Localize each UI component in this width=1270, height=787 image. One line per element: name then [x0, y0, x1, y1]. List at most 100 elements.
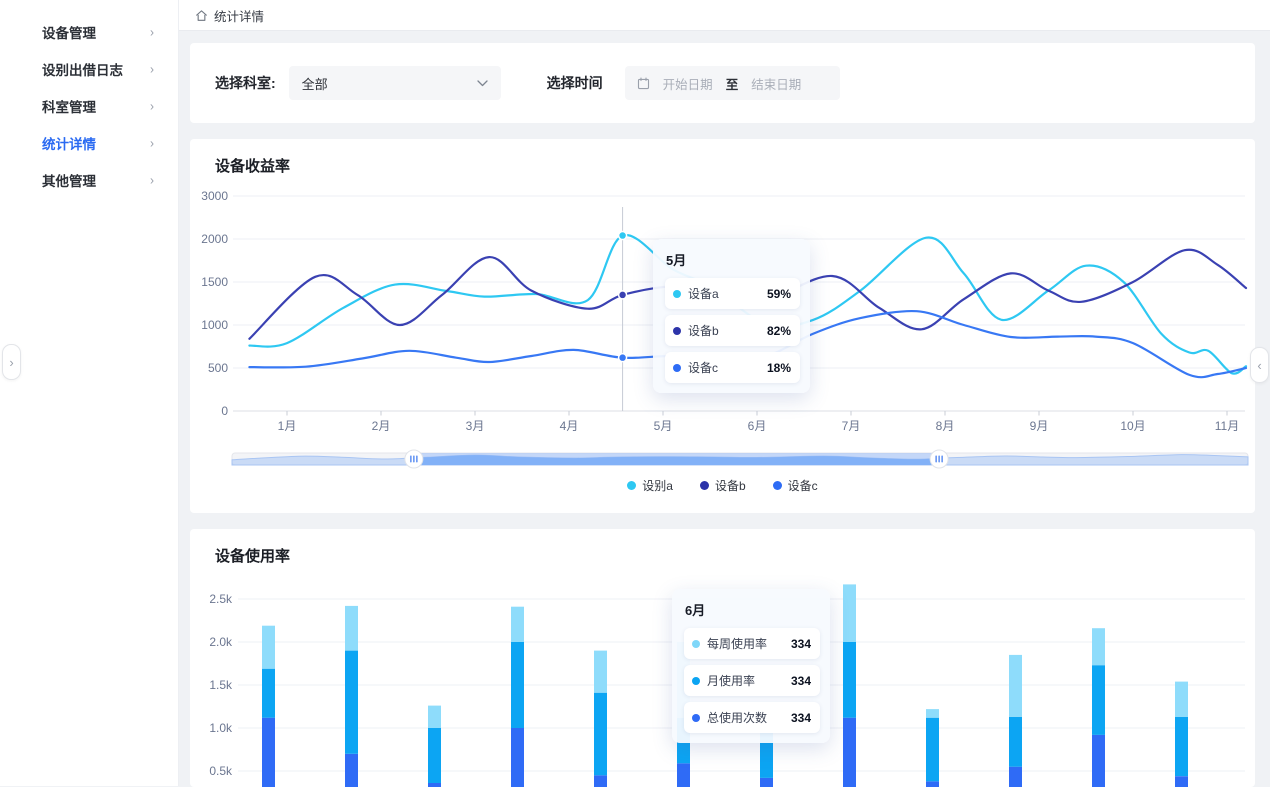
series-dot-icon — [692, 714, 700, 722]
bar-segment-10月-0 — [1009, 767, 1022, 787]
bar-segment-8月-0 — [843, 718, 856, 787]
legend-label: 设别a — [642, 477, 673, 494]
series-dot-icon — [692, 677, 700, 685]
sidebar-item-1[interactable]: 设别出借日志› — [0, 50, 178, 87]
department-select-value: 全部 — [302, 74, 328, 93]
datazoom-handle-1[interactable] — [930, 450, 948, 468]
bar-segment-12月-0 — [1175, 776, 1188, 787]
sidebar-item-label: 设备管理 — [42, 22, 96, 42]
y-axis-tick: 2000 — [201, 232, 228, 246]
bar-segment-4月-2 — [511, 607, 524, 642]
tooltip-series-name: 设备a — [688, 285, 719, 302]
legend-label: 设备b — [715, 477, 746, 494]
sidebar-item-4[interactable]: 其他管理 › — [0, 161, 178, 198]
x-axis-label: 3月 — [466, 419, 485, 433]
tooltip-series-value: 82% — [767, 324, 791, 338]
main-area: 统计详情 选择科室: 全部 选择时间 开始日期 至 结束日期 — [178, 0, 1270, 786]
tooltip-row: 设备b 82% — [665, 315, 800, 346]
x-axis-label: 6月 — [748, 419, 767, 433]
y-axis-tick: 1.5k — [209, 678, 233, 692]
legend-dot-icon — [627, 481, 636, 490]
series-dot-icon — [673, 290, 681, 298]
bar-segment-10月-1 — [1009, 717, 1022, 767]
tooltip-series-name: 设备b — [688, 322, 719, 339]
hover-marker — [619, 232, 627, 240]
breadcrumb-label: 统计详情 — [214, 6, 264, 25]
bar-segment-8月-1 — [843, 642, 856, 718]
series-dot-icon — [692, 640, 700, 648]
calendar-icon — [637, 77, 650, 90]
department-select[interactable]: 全部 — [289, 66, 501, 100]
home-icon — [195, 9, 208, 22]
start-date-input[interactable]: 开始日期 — [663, 74, 713, 93]
x-axis-label: 4月 — [560, 419, 579, 433]
usage-chart-card: 设备使用率 2.5k 2.0k 1.5k 1.0k 0.5k 6月每周使用率334月使用… — [190, 529, 1255, 787]
y-axis-tick: 1000 — [201, 318, 228, 332]
filter-card: 选择科室: 全部 选择时间 开始日期 至 结束日期 — [190, 43, 1255, 123]
tooltip-row: 设备c18% — [665, 352, 800, 383]
revenue-chart-card: 设备收益率 300020001500100050001月2月3月4月5月6月7月… — [190, 139, 1255, 513]
x-axis-label: 9月 — [1030, 419, 1049, 433]
y-axis-tick: 1.0k — [209, 721, 233, 735]
sidebar-item-label: 其他管理 — [42, 170, 96, 190]
x-axis-label: 7月 — [842, 419, 861, 433]
end-date-input[interactable]: 结束日期 — [751, 74, 801, 93]
bar-segment-11月-1 — [1092, 665, 1105, 735]
chevron-down-icon — [477, 80, 488, 87]
sidebar-item-0[interactable]: 设备管理› — [0, 13, 178, 50]
y-axis-tick: 2.5k — [209, 592, 233, 606]
bar-segment-1月-2 — [262, 626, 275, 669]
sidebar-item-label: 设别出借日志 — [42, 59, 123, 79]
usage-chart-title: 设备使用率 — [215, 545, 290, 566]
tooltip-series-value: 334 — [791, 674, 811, 688]
legend-dot-icon — [773, 481, 782, 490]
sidebar-item-label: 科室管理 — [42, 96, 96, 116]
chart-legend: 设别a 设备b 设备c — [190, 477, 1255, 494]
bar-segment-4月-1 — [511, 642, 524, 728]
chevron-right-icon: › — [9, 355, 13, 370]
datazoom-handle-0[interactable] — [405, 450, 423, 468]
line-chart-tooltip: 5月设备a59%设备b82%设备c18% — [653, 239, 810, 393]
time-filter-label: 选择时间 — [547, 73, 603, 93]
legend-item-2[interactable]: 设备c — [773, 477, 818, 494]
sidebar-item-3[interactable]: 统计详情 › — [0, 124, 178, 161]
sidebar-expand-button[interactable]: › — [2, 344, 21, 380]
legend-item-0[interactable]: 设别a — [627, 477, 673, 494]
bar-segment-5月-0 — [594, 775, 607, 787]
bar-segment-9月-1 — [926, 718, 939, 782]
chevron-right-icon: › — [150, 135, 154, 150]
chevron-right-icon: › — [150, 172, 154, 187]
x-axis-label: 1月 — [278, 419, 297, 433]
hover-marker — [619, 354, 627, 362]
panel-collapse-button[interactable]: ‹ — [1250, 347, 1269, 383]
x-axis-label: 11月 — [1215, 419, 1239, 433]
bar-segment-9月-0 — [926, 781, 939, 787]
y-axis-tick: 500 — [208, 361, 228, 375]
bar-segment-3月-2 — [428, 706, 441, 728]
bar-segment-1月-1 — [262, 669, 275, 718]
sidebar-item-label: 统计详情 — [42, 133, 96, 153]
chevron-right-icon: › — [150, 98, 154, 113]
x-axis-label: 10月 — [1120, 419, 1145, 433]
bar-segment-2月-0 — [345, 754, 358, 787]
bar-segment-10月-2 — [1009, 655, 1022, 717]
tooltip-series-value: 334 — [791, 711, 811, 725]
legend-label: 设备c — [788, 477, 818, 494]
sidebar-item-2[interactable]: 科室管理 › — [0, 87, 178, 124]
bar-segment-1月-0 — [262, 718, 275, 787]
bar-segment-5月-2 — [594, 651, 607, 693]
breadcrumb: 统计详情 — [178, 0, 1270, 31]
bar-segment-11月-0 — [1092, 735, 1105, 787]
content: 选择科室: 全部 选择时间 开始日期 至 结束日期 设备收益率 30002000… — [178, 31, 1270, 787]
revenue-chart-title: 设备收益率 — [215, 155, 290, 176]
y-axis-tick: 0.5k — [209, 764, 233, 778]
bar-segment-9月-2 — [926, 709, 939, 718]
sidebar-menu: 设备管理›设别出借日志› 科室管理 › 统计详情 › 其他管理 › — [0, 0, 178, 198]
legend-item-1[interactable]: 设备b — [700, 477, 746, 494]
tooltip-row: 月使用率334 — [684, 665, 820, 696]
bar-segment-8月-2 — [843, 584, 856, 642]
date-range-picker[interactable]: 开始日期 至 结束日期 — [625, 66, 840, 100]
y-axis-tick: 2.0k — [209, 635, 233, 649]
x-axis-label: 2月 — [372, 419, 391, 433]
bar-chart-tooltip: 6月每周使用率334月使用率334总使用次数334 — [672, 589, 830, 743]
